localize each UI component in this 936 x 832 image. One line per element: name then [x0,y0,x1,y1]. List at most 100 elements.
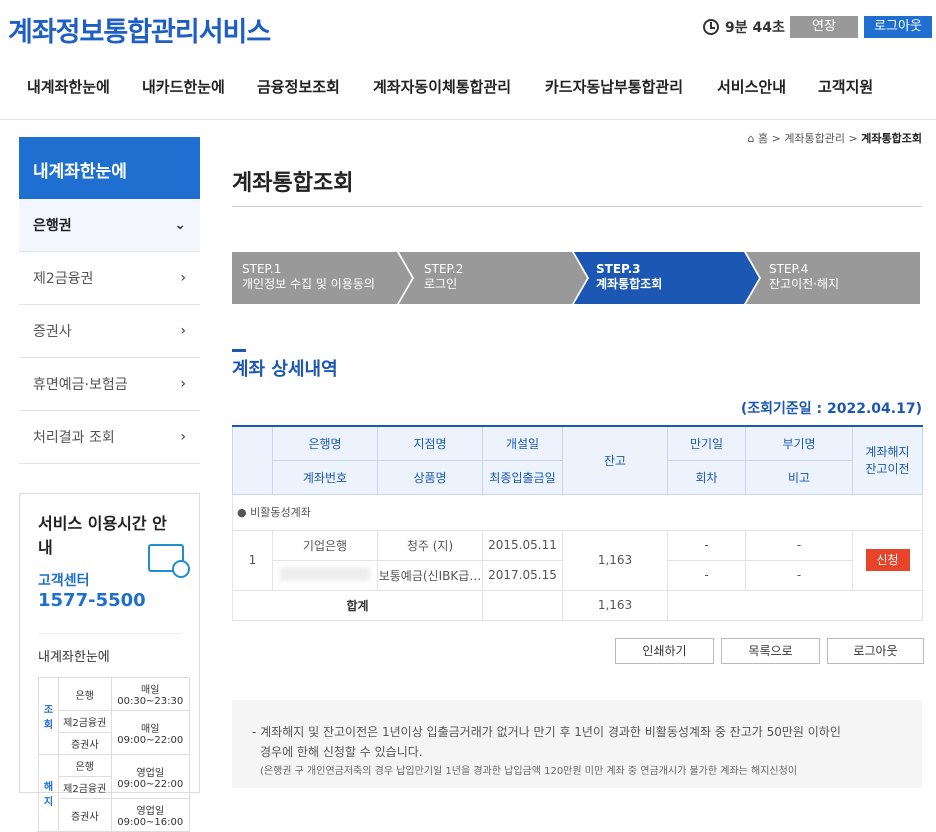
org-label: 제2금융권 [58,710,112,733]
logout-button-bottom[interactable]: 로그아웃 [827,638,924,664]
header: 계좌정보통합관리서비스 9분 44초 연장 로그아웃 내계좌한눈에 내카드한눈에… [0,0,936,120]
extend-button[interactable]: 연장 [790,16,858,38]
home-icon[interactable]: ⌂ [747,132,754,145]
col-round: 회차 [667,459,746,495]
service-hours-box: 서비스 이용시간 안내 고객센터 1577-5500 내계좌한눈에 조회 은행 매일… [19,493,200,832]
step-1: STEP.1 개인정보 수집 및 이용동의 [232,252,397,304]
row-last: 2017.05.15 [482,559,563,591]
org-label: 증권사 [58,798,112,832]
sidebar-item-bank[interactable]: 은행권 ⌄ [19,199,200,252]
col-open: 개설일 [482,425,563,461]
step-2: STEP.2 로그인 [414,252,564,304]
breadcrumb: ⌂ 홈 > 계좌통합관리 > 계좌통합조회 [747,132,922,145]
row-branch: 청주 (지) [377,529,483,561]
clock-icon [703,19,719,35]
total-value: 1,163 [562,589,668,621]
sidebar-item-second-tier[interactable]: 제2금융권 › [19,252,200,305]
col-action: 계좌해지 잔고이전 [852,425,923,495]
service-sub-title: 내계좌한눈에 [38,633,181,665]
gnb-item[interactable]: 고객지원 [818,76,873,97]
time-text: 영업일 09:00~22:00 [110,754,190,799]
col-bank: 은행명 [272,425,378,461]
title-divider [232,206,922,207]
step-num: STEP.3 [596,262,641,276]
sidebar-item-results[interactable]: 처리결과 조회 › [19,411,200,464]
total-label: 합계 [232,589,483,621]
chevron-right-icon: › [180,429,186,445]
notice-line: - 계좌해지 및 잔고이전은 1년이상 입출금거래가 없거나 만기 후 1년이 … [252,725,841,739]
chevron-right-icon: › [180,376,186,392]
col-balance: 잔고 [562,425,668,495]
call-center-number: 1577-5500 [38,590,146,611]
sidebar-item-securities[interactable]: 증권사 › [19,305,200,358]
total-row: 합계 1,163 [232,589,923,621]
group-label: 해지 [38,754,59,832]
org-label: 은행 [58,754,112,777]
sidebar-item-label: 제2금융권 [33,271,94,287]
session-timer: 9분 44초 [703,17,785,37]
page-title: 계좌통합조회 [232,171,354,196]
col-acct: 계좌번호 [272,459,378,495]
notice-line-small: (은행권 구 개인연금저축의 경우 납입만기일 1년을 경과한 납입금액 120… [260,766,798,777]
sidebar-item-label: 휴면예금·보험금 [33,377,128,393]
row-action-cell: 신청 [852,529,923,591]
org-label: 증권사 [58,732,112,755]
section-title: 계좌 상세내역 [232,359,338,380]
step-4: STEP.4 잔고이전·해지 [759,252,909,304]
gnb-item[interactable]: 서비스안내 [717,76,786,97]
sidebar-item-label: 은행권 [33,218,72,234]
step-num: STEP.4 [769,262,809,276]
col-note: 비고 [745,459,853,495]
step-3-active: STEP.3 계좌통합조회 [586,252,736,304]
apply-button[interactable]: 신청 [865,549,910,571]
gnb-item[interactable]: 내카드한눈에 [142,76,225,97]
sidebar-title: 내계좌한눈에 [19,137,200,199]
call-center-icon [148,544,190,578]
row-product: 보통예금(신IBK급… [377,559,483,591]
group-row: ● 비활동성계좌 [232,493,923,531]
step-label: 개인정보 수집 및 이용동의 [242,277,375,291]
step-num: STEP.1 [242,262,282,276]
table-row: 1 기업은행 청주 (지) 2015.05.11 1,163 - - 신청 [232,529,923,591]
chevron-right-icon: › [180,270,186,286]
sidebar-item-dormant[interactable]: 휴면예금·보험금 › [19,358,200,411]
row-account-masked [272,559,378,591]
col-no [232,425,273,495]
site-title[interactable]: 계좌정보통합관리서비스 [8,10,271,49]
time-text: 매일 00:30~23:30 [110,677,190,711]
row-round: - [667,559,746,591]
step-label: 잔고이전·해지 [769,277,840,291]
group-label: 비활동성계좌 [250,506,311,519]
col-maturity: 만기일 [667,425,746,461]
row-bank: 기업은행 [272,529,378,561]
sidebar-item-label: 처리결과 조회 [33,430,115,446]
breadcrumb-home[interactable]: 홈 [758,132,768,145]
breadcrumb-mid[interactable]: 계좌통합관리 [784,132,845,145]
org-label: 은행 [58,677,112,711]
total-empty [667,589,923,621]
group-label: 조회 [38,677,59,755]
gnb-item[interactable]: 내계좌한눈에 [27,76,110,97]
row-maturity: - [667,529,746,561]
col-last: 최종입출금일 [482,459,563,495]
notice-line: 경우에 한해 신청할 수 있습니다. [260,745,423,759]
time-text: 매일 09:00~22:00 [110,710,190,755]
row-sub: - [745,529,853,561]
timer-text: 9분 44초 [725,20,785,36]
col-branch: 지점명 [377,425,483,461]
section-title-bar [232,349,246,352]
step-label: 계좌통합조회 [596,277,663,291]
col-product: 상품명 [377,459,483,495]
step-label: 로그인 [424,277,458,291]
service-hours-table: 조회 은행 매일 00:30~23:30 제2금융권 매일 09:00~22:00 증… [38,677,190,832]
gnb-item[interactable]: 금융정보조회 [257,76,340,97]
step-num: STEP.2 [424,262,464,276]
list-button[interactable]: 목록으로 [721,638,820,664]
logout-button-top[interactable]: 로그아웃 [864,16,932,38]
sidebar: 내계좌한눈에 은행권 ⌄ 제2금융권 › 증권사 › 휴면예금·보험금 › 처리… [19,137,200,464]
gnb-item[interactable]: 카드자동납부통합관리 [545,76,683,97]
print-button[interactable]: 인쇄하기 [615,638,714,664]
call-center-label: 고객센터 [38,573,90,589]
row-balance: 1,163 [562,529,668,591]
gnb-item[interactable]: 계좌자동이체통합관리 [373,76,511,97]
